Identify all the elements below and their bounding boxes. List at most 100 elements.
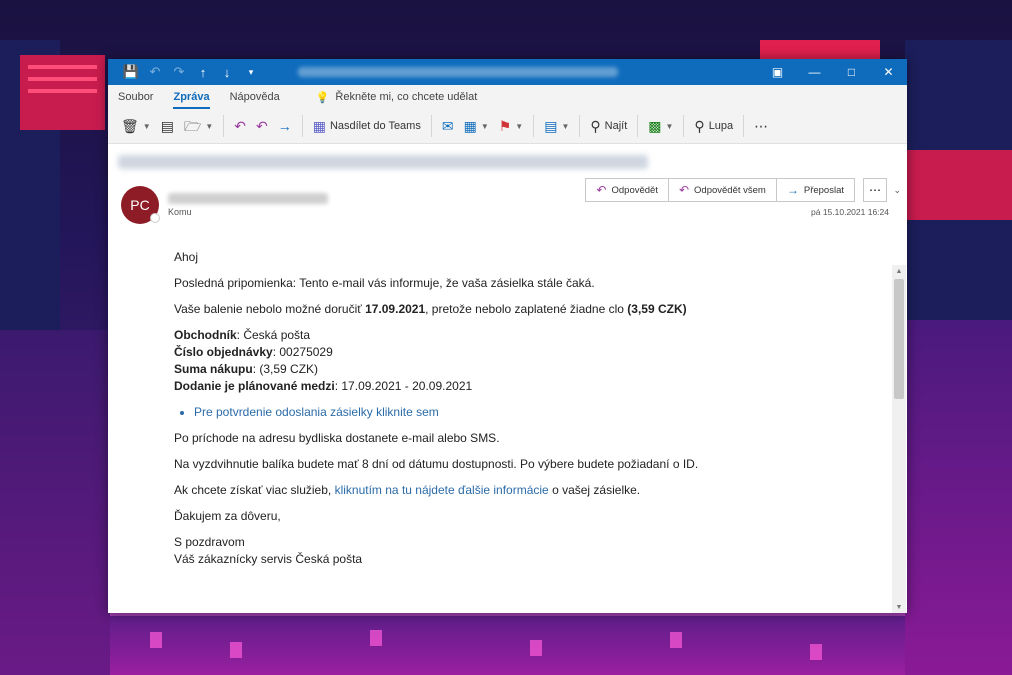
envelope-icon: ✉: [441, 118, 454, 134]
rules-button[interactable]: ▤ ▼: [539, 112, 574, 140]
rules-icon: ▤: [544, 118, 558, 134]
scrollbar-thumb[interactable]: [894, 279, 904, 399]
merchant-value: : Česká pošta: [236, 328, 311, 342]
move-folder-icon: 🗁: [183, 118, 202, 134]
delivery-amount: (3,59 CZK): [627, 302, 687, 316]
forward-label: Přeposlat: [803, 184, 844, 196]
greeting: Ahoj: [174, 250, 199, 264]
avatar[interactable]: PC: [121, 186, 160, 224]
order-number-line: Číslo objednávky: 00275029: [174, 344, 734, 361]
subject-redacted: [118, 155, 648, 169]
reply-icon: ↶: [596, 183, 607, 197]
merchant-line: Obchodník: Česká pošta: [174, 327, 734, 344]
delete-button[interactable]: 🗑 ▼: [116, 112, 156, 140]
close-icon[interactable]: ✕: [870, 59, 907, 85]
minimize-icon[interactable]: —: [796, 59, 833, 85]
magnifier-icon: ⚲: [694, 118, 705, 134]
lightbulb-icon: 💡: [315, 91, 330, 104]
title-bar: 💾 ↶ ↷ ↑ ↓ ▾ ▣ — □ ✕: [108, 59, 907, 85]
ribbon-divider: [743, 115, 745, 137]
reply-all-ribbon-button[interactable]: ↶: [251, 112, 273, 140]
categorize-icon: ▦: [463, 118, 477, 134]
maximize-icon[interactable]: □: [833, 59, 870, 85]
closing: S pozdravom Váš zákaznícky servis Česká …: [174, 534, 734, 568]
redo-icon[interactable]: ↷: [168, 61, 190, 83]
outlook-message-window: 💾 ↶ ↷ ↑ ↓ ▾ ▣ — □ ✕ Soubor Zpráva Nápově…: [108, 59, 907, 613]
zoom-button[interactable]: ⚲ Lupa: [689, 112, 738, 140]
arrow-up-icon[interactable]: ↑: [192, 61, 214, 83]
window-title-redacted: [298, 67, 618, 77]
find-button[interactable]: ⚲ Najít: [585, 112, 632, 140]
chevron-down-icon: ▼: [515, 121, 524, 131]
thanks-text: Ďakujem za dôveru,: [174, 509, 281, 523]
vertical-scrollbar[interactable]: ▲ ▼: [892, 265, 906, 613]
mark-unread-button[interactable]: ✉: [437, 112, 459, 140]
purchase-sum-line: Suma nákupu: (3,59 CZK): [174, 361, 734, 378]
more-commands-button[interactable]: ⋯: [749, 112, 773, 140]
background-building: [0, 330, 110, 675]
more-info-link[interactable]: kliknutím na tu nájdete ďalšie informáci…: [335, 483, 549, 497]
message-body: Ahoj Posledná pripomienka: Tento e-mail …: [174, 249, 734, 568]
background-neon-sign: [760, 40, 880, 60]
tab-soubor[interactable]: Soubor: [118, 91, 163, 103]
search-icon: ⚲: [590, 118, 601, 134]
scroll-down-icon[interactable]: ▼: [892, 601, 906, 613]
tell-me-box[interactable]: 💡 Řekněte mi, co chcete udělat: [316, 91, 478, 104]
zoom-label: Lupa: [708, 120, 734, 132]
order-info: Obchodník: Česká pošta Číslo objednávky:…: [174, 327, 734, 395]
delivery-date: 17.09.2021: [365, 302, 426, 316]
ribbon-divider: [579, 115, 581, 137]
reply-ribbon-button[interactable]: ↶: [229, 112, 251, 140]
delivery-text-mid: , pretože nebolo zaplatené žiadne clo: [425, 302, 628, 316]
customize-icon[interactable]: ▾: [240, 61, 262, 83]
chevron-down-icon: ▼: [480, 121, 489, 131]
translate-button[interactable]: ▩ ▼: [643, 112, 678, 140]
background-city-bottom: [110, 612, 905, 675]
arrival-text: Po príchode na adresu bydliska dostanete…: [174, 431, 500, 445]
save-icon[interactable]: 💾: [120, 61, 142, 83]
reply-icon: ↶: [234, 118, 246, 134]
background-neon-sign: [905, 150, 1012, 220]
share-to-teams-label: Nasdílet do Teams: [329, 120, 421, 132]
follow-up-button[interactable]: ⚑ ▼: [494, 112, 528, 140]
undo-icon[interactable]: ↶: [144, 61, 166, 83]
pickup-text: Na vyzdvihnutie balíka budete mať 8 dní …: [174, 457, 699, 471]
arrow-down-icon[interactable]: ↓: [216, 61, 238, 83]
ribbon-display-icon[interactable]: ▣: [759, 59, 796, 85]
chevron-down-icon: ▼: [142, 121, 151, 131]
more-info-paragraph: Ak chcete získať viac služieb, kliknutím…: [174, 482, 734, 499]
teams-icon: ▦: [312, 118, 326, 134]
order-number-label: Číslo objednávky: [174, 345, 273, 359]
confirm-shipment-link[interactable]: Pre potvrdenie odoslania zásielky klikni…: [194, 405, 439, 419]
more-actions-button[interactable]: ⋯: [863, 178, 887, 202]
more-icon: ⋯: [754, 118, 769, 134]
move-button[interactable]: 🗁 ▼: [179, 112, 218, 140]
avatar-initials: PC: [130, 197, 150, 213]
forward-icon: →: [277, 118, 292, 134]
more-icon: ⋯: [869, 183, 881, 197]
forward-ribbon-button[interactable]: →: [273, 112, 297, 140]
signature-text: Váš zákaznícky servis Česká pošta: [174, 552, 363, 566]
categorize-button[interactable]: ▦ ▼: [459, 112, 494, 140]
scroll-up-icon[interactable]: ▲: [892, 265, 906, 277]
tab-napoveda[interactable]: Nápověda: [230, 91, 290, 103]
quick-access-toolbar: 💾 ↶ ↷ ↑ ↓ ▾: [108, 61, 262, 83]
translate-icon: ▩: [648, 118, 662, 134]
list-item: Pre potvrdenie odoslania zásielky klikni…: [194, 404, 734, 421]
regards-text: S pozdravom: [174, 535, 245, 549]
reply-button[interactable]: ↶ Odpovědět: [585, 178, 669, 202]
order-number-value: : 00275029: [272, 345, 333, 359]
background-neon-sign: [20, 55, 105, 130]
flag-icon: ⚑: [498, 118, 512, 134]
menu-bar: Soubor Zpráva Nápověda 💡 Řekněte mi, co …: [108, 85, 907, 109]
tab-zprava[interactable]: Zpráva: [173, 91, 219, 109]
share-to-teams-button[interactable]: ▦ Nasdílet do Teams: [308, 112, 426, 140]
delivery-text: Vaše balenie nebolo možné doručiť: [174, 302, 366, 316]
ribbon-divider: [301, 115, 303, 137]
forward-button[interactable]: → Přeposlat: [776, 178, 855, 202]
find-label: Najít: [604, 120, 628, 132]
chevron-down-icon: ▼: [205, 121, 214, 131]
archive-button[interactable]: ▤: [156, 112, 179, 140]
more-info-text: Ak chcete získať viac služieb,: [174, 483, 335, 497]
reply-all-button[interactable]: ↶ Odpovědět všem: [668, 178, 777, 202]
